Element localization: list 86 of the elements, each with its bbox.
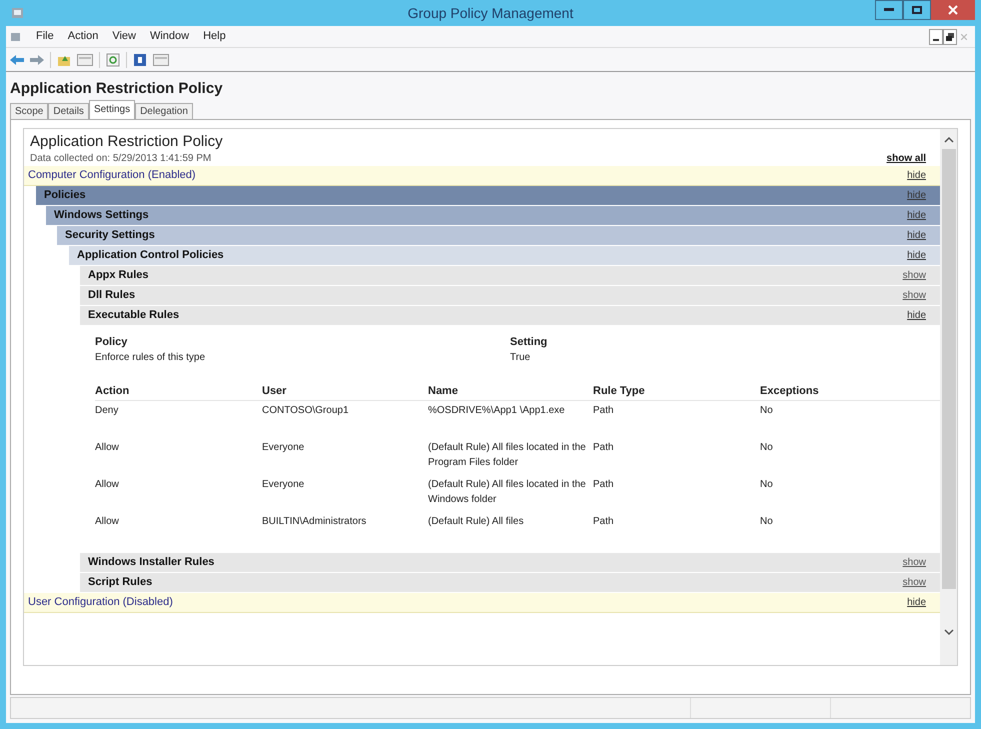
tab[interactable]: Settings — [88, 100, 136, 120]
table-cell: Allow — [95, 516, 119, 526]
hide-link[interactable]: hide — [907, 208, 926, 222]
maximize-button[interactable] — [903, 0, 931, 20]
table-cell: Path — [593, 516, 614, 526]
back-arrow-icon[interactable] — [10, 54, 24, 66]
close-button[interactable] — [931, 0, 975, 20]
section-title: Executable Rules — [88, 308, 180, 323]
section-title: User Configuration (Disabled) — [28, 594, 173, 610]
section-title: Policies — [44, 188, 86, 203]
table-cell: No — [760, 404, 773, 416]
table-cell: Path — [593, 478, 614, 490]
report-title: Application Restriction Policy — [30, 132, 223, 150]
table-cell: Everyone — [262, 442, 304, 452]
close-icon — [961, 34, 967, 40]
section-title: Appx Rules — [88, 268, 149, 283]
close-icon — [948, 5, 958, 15]
minimize-icon — [884, 8, 894, 12]
show-all-link[interactable]: show all — [886, 150, 926, 166]
menu-item[interactable]: View — [112, 28, 136, 45]
table-cell: No — [760, 516, 773, 526]
panel-icon[interactable] — [153, 54, 169, 66]
console-icon — [10, 30, 22, 42]
refresh-icon[interactable] — [106, 52, 120, 66]
scrollbar[interactable] — [940, 128, 957, 664]
restore-icon — [946, 32, 954, 40]
table-cell: Allow — [95, 478, 119, 490]
forward-arrow-icon[interactable] — [30, 54, 44, 66]
table-cell: Deny — [95, 404, 118, 416]
column-header: Policy — [95, 334, 128, 350]
help-icon[interactable] — [133, 52, 147, 66]
section-title: Script Rules — [88, 574, 152, 590]
column-header: Rule Type — [593, 384, 646, 399]
collected-date: Data collected on: 5/29/2013 1:41:59 PM — [30, 152, 212, 166]
section-title: Dll Rules — [88, 288, 136, 303]
column-header: Setting — [510, 334, 548, 350]
restore-button[interactable] — [943, 28, 957, 44]
section-title: Windows Installer Rules — [88, 554, 214, 570]
hide-link[interactable]: hide — [907, 248, 926, 262]
minimize-icon — [933, 38, 939, 40]
table-cell-text: Enforce rules of this type — [95, 351, 206, 365]
maximize-icon — [912, 6, 922, 14]
menu-item[interactable]: File — [36, 28, 54, 45]
show-link[interactable]: show — [902, 268, 926, 282]
page-heading: Application Restriction Policy — [10, 79, 224, 99]
minimize-button[interactable] — [929, 28, 943, 44]
section-title: Computer Configuration (Enabled) — [28, 168, 196, 183]
section-title: Windows Settings — [54, 208, 149, 223]
app-icon — [10, 5, 26, 21]
column-header: User — [262, 384, 288, 399]
show-link[interactable]: show — [902, 574, 926, 590]
table-cell: No — [760, 442, 773, 452]
table-cell: No — [760, 478, 773, 490]
column-header: Action — [95, 384, 130, 399]
table-cell: (Default Rule) All files located in the Program Files folder — [428, 442, 586, 468]
menu-item[interactable]: Action — [68, 28, 98, 45]
table-cell: BUILTIN\Administrators — [262, 516, 366, 526]
table-cell: CONTOSO\Group1 — [262, 404, 349, 416]
table-cell: Allow — [95, 442, 119, 452]
table-cell: %OSDRIVE%\App1 \App1.exe — [428, 404, 565, 416]
menu-item[interactable]: Window — [150, 28, 190, 45]
minimize-button[interactable] — [875, 0, 903, 20]
hide-link[interactable]: hide — [907, 594, 926, 610]
menu-item[interactable]: Help — [203, 28, 226, 45]
hide-link[interactable]: hide — [907, 188, 926, 202]
tab[interactable]: Scope — [10, 102, 48, 120]
table-cell: (Default Rule) All files — [428, 516, 524, 526]
table-cell-text: True — [510, 351, 530, 365]
column-header: Name — [428, 384, 459, 399]
panel-icon[interactable] — [77, 54, 93, 66]
table-cell: Everyone — [262, 478, 304, 490]
tab[interactable]: Details — [48, 102, 89, 120]
scroll-thumb[interactable] — [942, 148, 956, 588]
hide-link[interactable]: hide — [907, 308, 926, 322]
column-header: Exceptions — [760, 384, 820, 399]
section-title: Security Settings — [65, 228, 155, 243]
window-title: Group Policy Management — [408, 4, 574, 23]
section-title: Application Control Policies — [77, 248, 224, 263]
table-cell: (Default Rule) All files located in the Windows folder — [428, 478, 586, 504]
hide-link[interactable]: hide — [907, 168, 926, 182]
table-cell: Path — [593, 442, 614, 452]
show-link[interactable]: show — [902, 288, 926, 302]
tab[interactable]: Delegation — [135, 102, 193, 120]
show-link[interactable]: show — [902, 554, 926, 570]
table-cell: Path — [593, 404, 614, 416]
hide-link[interactable]: hide — [907, 228, 926, 242]
